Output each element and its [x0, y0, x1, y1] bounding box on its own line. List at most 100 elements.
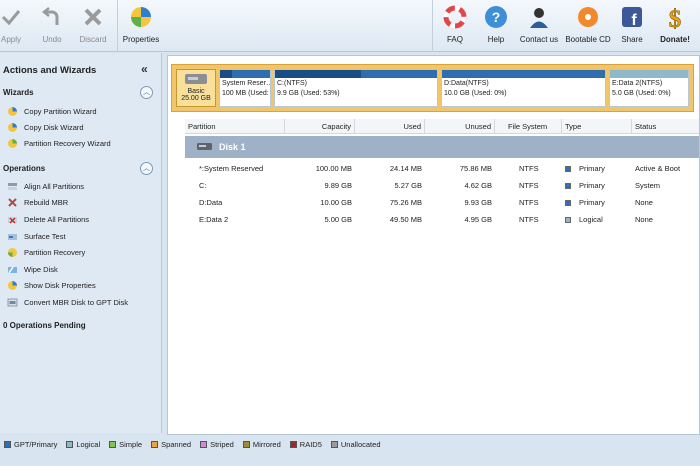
wipe-icon [7, 264, 18, 275]
column-header-unused[interactable]: Unused [425, 119, 495, 134]
discard-x-icon [80, 4, 106, 30]
column-header-type[interactable]: Type [562, 119, 632, 134]
hard-disk-icon [197, 143, 212, 150]
wizard-item-copy-disk[interactable]: Copy Disk Wizard [7, 120, 84, 134]
properties-button[interactable]: Properties [123, 4, 159, 50]
operation-item-rebuild-mbr[interactable]: Rebuild MBR [7, 195, 68, 209]
wizards-heading: Wizards [3, 88, 34, 97]
legend-item: Simple [109, 440, 142, 449]
table-row[interactable]: *:System Reserved 100.00 MB 24.14 MB 75.… [185, 160, 699, 177]
undo-button[interactable]: Undo [40, 4, 64, 50]
help-icon: ? [483, 4, 509, 30]
donate-button[interactable]: $ Donate! [657, 4, 693, 50]
partition-table-header: Partition Capacity Used Unused File Syst… [185, 119, 699, 134]
wizard-item-partition-recovery[interactable]: Partition Recovery Wizard [7, 136, 111, 150]
operations-collapse-button[interactable]: ︿ [140, 162, 153, 175]
logical-type-square [565, 217, 571, 224]
operation-item-disk-properties[interactable]: Show Disk Properties [7, 278, 96, 292]
contact-button[interactable]: Contact us [520, 4, 558, 50]
legend-item: Mirrored [242, 440, 281, 449]
main-panel: Basic 25.00 GB System Reser… 100 MB (Use… [167, 55, 700, 435]
legend-item: Spanned [151, 440, 191, 449]
disk-map-partition[interactable]: D:Data(NTFS) 10.0 GB (Used: 0%) [441, 69, 606, 107]
rebuild-icon [7, 197, 18, 208]
faq-button[interactable]: FAQ [442, 4, 468, 50]
hard-disk-icon [185, 74, 207, 84]
operation-item-align[interactable]: Align All Partitions [7, 179, 84, 193]
facebook-icon: f [619, 4, 645, 30]
operations-pending: 0 Operations Pending [3, 321, 86, 330]
surface-test-icon [7, 231, 18, 242]
primary-type-square [565, 200, 571, 207]
copy-disk-icon [7, 122, 18, 133]
legend-item: Unallocated [330, 440, 380, 449]
legend-bar: GPT/Primary Logical Simple Spanned Strip… [0, 436, 700, 452]
toolbar: Apply Undo Discard Properties FAQ ? Help [0, 0, 700, 52]
disk-row[interactable]: Disk 1 [185, 136, 699, 158]
dollar-icon: $ [662, 4, 688, 30]
toolbar-separator [117, 0, 118, 52]
column-header-used[interactable]: Used [355, 119, 425, 134]
disk-properties-icon [128, 4, 154, 30]
discard-button[interactable]: Discard [79, 4, 107, 50]
legend-swatch [242, 440, 250, 448]
properties-icon [7, 280, 18, 291]
usage-fill [220, 70, 232, 78]
lifebuoy-icon [442, 4, 468, 30]
operation-item-delete-all[interactable]: Delete All Partitions [7, 212, 89, 226]
actions-panel: Actions and Wizards « Wizards ︿ Copy Par… [0, 53, 162, 433]
convert-icon [7, 297, 18, 308]
legend-swatch [330, 440, 338, 448]
collapse-panel-icon[interactable]: « [141, 62, 148, 76]
legend-item: Logical [66, 440, 100, 449]
svg-text:$: $ [669, 6, 682, 30]
apply-button[interactable]: Apply [0, 4, 22, 50]
svg-text:?: ? [492, 9, 501, 25]
usage-fill [275, 70, 361, 78]
share-button[interactable]: f Share [621, 4, 643, 50]
legend-swatch [151, 440, 159, 448]
table-row[interactable]: C: 9.89 GB 5.27 GB 4.62 GB NTFS Primary … [185, 177, 699, 194]
align-icon [7, 181, 18, 192]
status-bar [0, 452, 700, 466]
operation-item-wipe-disk[interactable]: Wipe Disk [7, 262, 58, 276]
wizards-collapse-button[interactable]: ︿ [140, 86, 153, 99]
disk-map-partition[interactable]: C:(NTFS) 9.9 GB (Used: 53%) [274, 69, 438, 107]
partition-recovery-icon [7, 247, 18, 258]
primary-type-square [565, 166, 571, 173]
column-header-partition[interactable]: Partition [185, 119, 285, 134]
primary-type-square [565, 183, 571, 190]
undo-icon [39, 4, 65, 30]
disk-map[interactable]: Basic 25.00 GB System Reser… 100 MB (Use… [171, 64, 694, 112]
actions-panel-title: Actions and Wizards [3, 65, 97, 76]
help-button[interactable]: ? Help [485, 4, 507, 50]
legend-item: RAID5 [289, 440, 322, 449]
legend-swatch [4, 440, 11, 448]
operation-item-convert-mbr-gpt[interactable]: Convert MBR Disk to GPT Disk [7, 295, 128, 309]
bootable-cd-button[interactable]: Bootable CD [565, 4, 611, 50]
operations-heading: Operations [3, 164, 46, 173]
delete-icon [7, 214, 18, 225]
column-header-status[interactable]: Status [632, 119, 699, 134]
table-row[interactable]: D:Data 10.00 GB 75.26 MB 9.93 GB NTFS Pr… [185, 194, 699, 211]
checkmark-icon [0, 4, 24, 30]
bootable-cd-icon [575, 4, 601, 30]
svg-text:f: f [631, 12, 637, 28]
legend-swatch [109, 440, 117, 448]
column-header-capacity[interactable]: Capacity [285, 119, 355, 134]
copy-partition-icon [7, 106, 18, 117]
operation-item-surface-test[interactable]: Surface Test [7, 229, 66, 243]
table-row[interactable]: E:Data 2 5.00 GB 49.50 MB 4.95 GB NTFS L… [185, 211, 699, 228]
toolbar-separator [432, 0, 433, 52]
disk-map-basic[interactable]: Basic 25.00 GB [176, 69, 216, 107]
wizard-item-copy-partition[interactable]: Copy Partition Wizard [7, 104, 97, 118]
disk-map-partition[interactable]: System Reser… 100 MB (Used: … [219, 69, 271, 107]
column-header-file-system[interactable]: File System [495, 119, 562, 134]
legend-item: Striped [200, 440, 234, 449]
operation-item-partition-recovery[interactable]: Partition Recovery [7, 245, 85, 259]
legend-swatch [289, 440, 297, 448]
legend-swatch [200, 440, 208, 448]
disk-map-partition[interactable]: E:Data 2(NTFS) 5.0 GB (Used: 0%) [609, 69, 689, 107]
legend-swatch [66, 440, 74, 448]
contact-person-icon [526, 4, 552, 30]
